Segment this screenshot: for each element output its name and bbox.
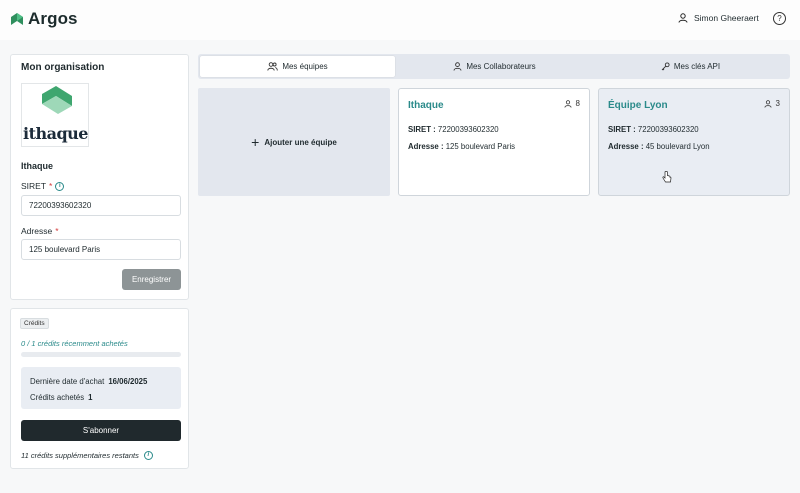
key-icon (661, 62, 670, 71)
credits-progress-bar (21, 352, 181, 357)
purchase-summary: Dernière date d'achat 16/06/2025 Crédits … (21, 367, 181, 409)
team-card[interactable]: Équipe Lyon 3 SIRET : 72200393602320 Adr… (598, 88, 790, 196)
subscribe-button[interactable]: S'abonner (21, 420, 181, 441)
team-siret-label: SIRET : (608, 125, 636, 134)
last-purchase-label: Dernière date d'achat (30, 377, 105, 386)
top-bar: Argos Simon Gheeraert ? (0, 0, 800, 40)
app-logo[interactable]: Argos (10, 9, 78, 29)
purchased-row: Crédits achetés 1 (30, 393, 93, 402)
credits-usage-text: 0 / 1 crédits récemment achetés (21, 339, 128, 348)
organization-title: Mon organisation (21, 62, 105, 73)
remaining-credits-text: 11 crédits supplémentaires restants (21, 451, 139, 460)
purchased-label: Crédits achetés (30, 393, 85, 402)
team-name: Ithaque (408, 100, 444, 111)
team-siret-label: SIRET : (408, 125, 436, 134)
tab-label: Mes Collaborateurs (466, 62, 536, 71)
team-member-count: 3 (764, 99, 780, 108)
member-count: 8 (575, 99, 580, 108)
credits-badge: Crédits (20, 318, 49, 329)
add-team-label: Ajouter une équipe (264, 137, 337, 147)
member-count: 3 (775, 99, 780, 108)
help-icon[interactable]: ? (773, 12, 786, 25)
team-siret: SIRET : 72200393602320 (408, 125, 499, 134)
user-icon (764, 99, 772, 108)
user-name: Simon Gheeraert (694, 13, 759, 23)
team-member-count: 8 (564, 99, 580, 108)
save-button[interactable]: Enregistrer (122, 269, 181, 290)
organization-logo-text: ithaque (23, 124, 88, 143)
users-icon (267, 62, 279, 71)
user-menu[interactable]: Simon Gheeraert (678, 13, 759, 23)
remaining-credits: 11 crédits supplémentaires restants i (21, 451, 153, 460)
address-field[interactable]: 125 boulevard Paris (21, 239, 181, 260)
tab-mes-collaborateurs[interactable]: Mes Collaborateurs (397, 56, 592, 77)
address-label-text: Adresse (21, 226, 53, 236)
user-icon (564, 99, 572, 108)
app-name: Argos (28, 9, 78, 28)
team-card[interactable]: Ithaque 8 SIRET : 72200393602320 Adresse… (398, 88, 590, 196)
team-siret-value: 72200393602320 (637, 125, 699, 134)
organization-name: Ithaque (21, 161, 54, 171)
organization-logo: ithaque ✎ (21, 83, 89, 147)
required-mark: * (49, 181, 53, 191)
required-mark: * (55, 226, 59, 236)
organization-logo-mark (42, 86, 72, 114)
add-team-button[interactable]: + Ajouter une équipe (198, 88, 390, 196)
team-siret: SIRET : 72200393602320 (608, 125, 699, 134)
organization-card: Mon organisation ithaque ✎ Ithaque SIRET… (10, 54, 189, 300)
siret-field[interactable]: 72200393602320 (21, 195, 181, 216)
team-address-label: Adresse : (408, 142, 444, 151)
info-icon[interactable]: i (55, 181, 65, 191)
hand-cursor-icon (662, 171, 672, 183)
tab-label: Mes équipes (282, 62, 328, 71)
argos-logo-icon (11, 13, 23, 25)
tab-label: Mes clés API (673, 62, 721, 71)
tab-bar: Mes équipes Mes Collaborateurs Mes clés … (198, 54, 790, 79)
user-icon (453, 62, 462, 71)
tab-mes-equipes[interactable]: Mes équipes (200, 56, 395, 77)
team-name: Équipe Lyon (608, 100, 668, 111)
siret-label: SIRET * i (21, 181, 65, 191)
team-address-value: 45 boulevard Lyon (645, 142, 710, 151)
siret-label-text: SIRET (21, 181, 47, 191)
address-label: Adresse * (21, 226, 59, 236)
plus-icon: + (251, 134, 260, 150)
team-siret-value: 72200393602320 (437, 125, 499, 134)
last-purchase-row: Dernière date d'achat 16/06/2025 (30, 377, 147, 386)
team-address-value: 125 boulevard Paris (445, 142, 516, 151)
team-address-label: Adresse : (608, 142, 644, 151)
tab-mes-cles-api[interactable]: Mes clés API (593, 56, 788, 77)
team-address: Adresse : 125 boulevard Paris (408, 142, 515, 151)
user-icon (678, 13, 688, 23)
last-purchase-value: 16/06/2025 (108, 377, 148, 386)
purchased-value: 1 (88, 393, 93, 402)
info-icon[interactable]: i (143, 451, 153, 460)
team-address: Adresse : 45 boulevard Lyon (608, 142, 710, 151)
credits-card: Crédits 0 / 1 crédits récemment achetés … (10, 308, 189, 469)
